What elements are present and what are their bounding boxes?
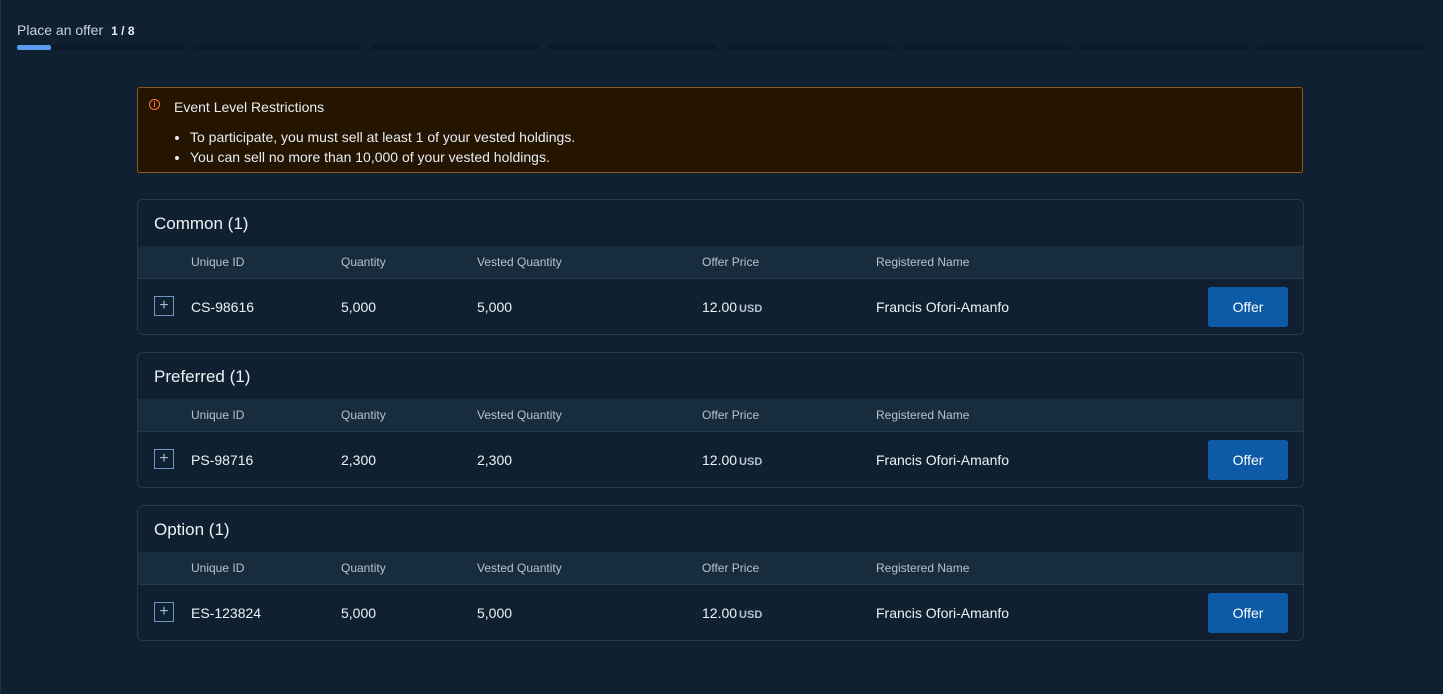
column-header-offer-price: Offer Price (702, 255, 760, 269)
currency-label: USD (739, 609, 763, 621)
column-header-quantity: Quantity (341, 408, 386, 422)
offer-price-cell: 12.00 USD (702, 605, 762, 621)
expand-row-icon[interactable]: + (154, 296, 174, 316)
vested-quantity-cell: 5,000 (477, 299, 513, 315)
table-row: + PS-98716 2,300 2,300 12.00 USD Francis … (138, 432, 1303, 487)
offer-price-cell: 12.00 USD (702, 299, 762, 315)
section-title: Option (1) (154, 520, 230, 539)
section-title: Common (1) (154, 214, 249, 233)
progress-fill (17, 45, 51, 50)
alert-item: To participate, you must sell at least 1… (190, 127, 575, 147)
offer-price-value: 12.00 (702, 452, 738, 468)
alert-item: You can sell no more than 10,000 of your… (190, 147, 575, 167)
column-header-vested-quantity: Vested Quantity (477, 408, 562, 422)
page-header: Place an offer 1 / 8 (17, 22, 135, 38)
table-header: Unique ID Quantity Vested Quantity Offer… (138, 552, 1303, 585)
table-row: + ES-123824 5,000 5,000 12.00 USD Francis… (138, 585, 1303, 640)
offer-button[interactable]: Offer (1208, 287, 1288, 327)
restrictions-alert: i Event Level Restrictions To participat… (137, 87, 1303, 173)
unique-id-cell: CS-98616 (191, 299, 255, 315)
column-header-registered-name: Registered Name (876, 408, 970, 422)
alert-title: Event Level Restrictions (174, 99, 325, 115)
offer-price-value: 12.00 (702, 605, 738, 621)
unique-id-cell: ES-123824 (191, 605, 262, 621)
alert-list: To participate, you must sell at least 1… (174, 127, 575, 167)
column-header-vested-quantity: Vested Quantity (477, 561, 562, 575)
holdings-section-preferred: Preferred (1) Unique ID Quantity Vested … (137, 352, 1304, 488)
unique-id-cell: PS-98716 (191, 452, 254, 468)
registered-name-cell: Francis Ofori-Amanfo (876, 605, 1010, 621)
vested-quantity-cell: 5,000 (477, 605, 513, 621)
table-row: + CS-98616 5,000 5,000 12.00 USD Francis … (138, 279, 1303, 334)
progress-segment (194, 45, 363, 50)
quantity-cell: 2,300 (341, 452, 377, 468)
table-header: Unique ID Quantity Vested Quantity Offer… (138, 399, 1303, 432)
column-header-registered-name: Registered Name (876, 255, 970, 269)
offer-price-value: 12.00 (702, 299, 738, 315)
column-header-unique-id: Unique ID (191, 255, 245, 269)
progress-segment (371, 45, 540, 50)
section-title: Preferred (1) (154, 367, 251, 386)
expand-row-icon[interactable]: + (154, 602, 174, 622)
offer-button[interactable]: Offer (1208, 440, 1288, 480)
table-header: Unique ID Quantity Vested Quantity Offer… (138, 246, 1303, 279)
step-counter: 1 / 8 (111, 24, 135, 38)
page-edge (0, 0, 1, 694)
progress-segment (1079, 45, 1248, 50)
progress-segment (548, 45, 717, 50)
column-header-registered-name: Registered Name (876, 561, 970, 575)
holdings-section-option: Option (1) Unique ID Quantity Vested Qua… (137, 505, 1304, 641)
column-header-unique-id: Unique ID (191, 408, 245, 422)
offer-button[interactable]: Offer (1208, 593, 1288, 633)
offer-price-cell: 12.00 USD (702, 452, 762, 468)
progress-segment (902, 45, 1071, 50)
info-icon: i (149, 99, 160, 110)
progress-segment (725, 45, 894, 50)
column-header-unique-id: Unique ID (191, 561, 245, 575)
quantity-cell: 5,000 (341, 605, 377, 621)
vested-quantity-cell: 2,300 (477, 452, 513, 468)
currency-label: USD (739, 303, 763, 315)
progress-segment (1256, 45, 1425, 50)
page-title: Place an offer (17, 22, 104, 38)
currency-label: USD (739, 456, 763, 468)
holdings-section-common: Common (1) Unique ID Quantity Vested Qua… (137, 199, 1304, 335)
progress-segment (17, 45, 186, 50)
column-header-offer-price: Offer Price (702, 408, 760, 422)
quantity-cell: 5,000 (341, 299, 377, 315)
column-header-offer-price: Offer Price (702, 561, 760, 575)
column-header-vested-quantity: Vested Quantity (477, 255, 562, 269)
registered-name-cell: Francis Ofori-Amanfo (876, 299, 1010, 315)
registered-name-cell: Francis Ofori-Amanfo (876, 452, 1010, 468)
column-header-quantity: Quantity (341, 255, 386, 269)
expand-row-icon[interactable]: + (154, 449, 174, 469)
step-progress-bar (17, 45, 1425, 50)
column-header-quantity: Quantity (341, 561, 386, 575)
